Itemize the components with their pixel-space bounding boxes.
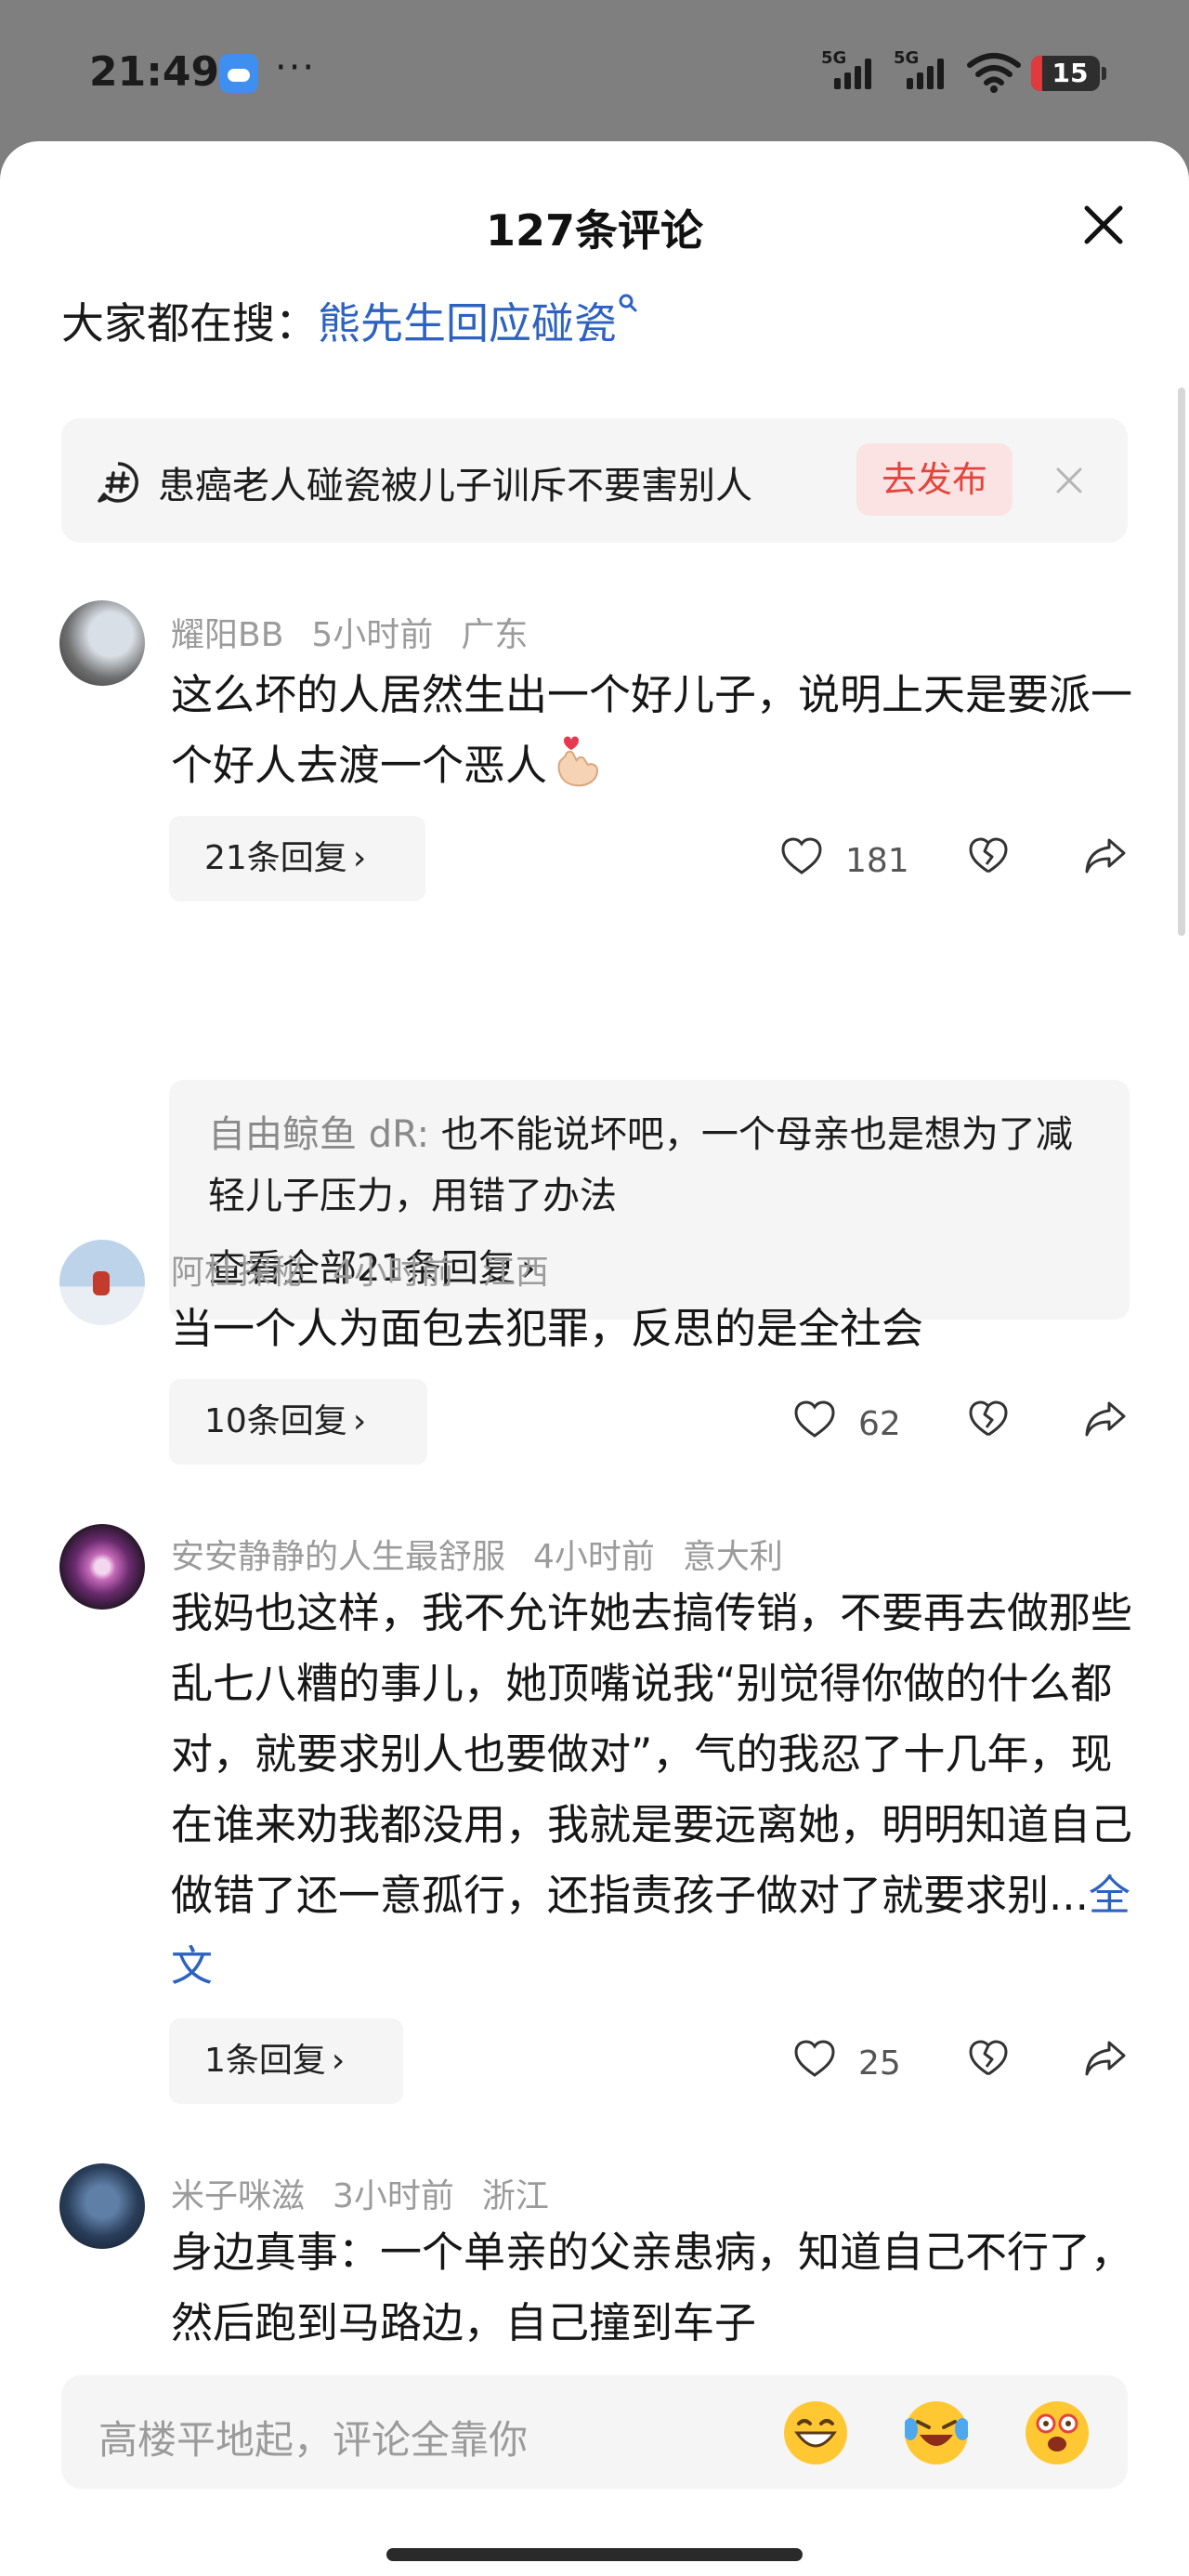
comment-input-placeholder: 高楼平地起，评论全靠你 — [98, 2417, 529, 2463]
wifi-icon — [967, 53, 1021, 93]
home-indicator[interactable] — [386, 2548, 803, 2561]
comment-location: 意大利 — [682, 1538, 783, 1576]
comment-time: 5小时前 — [311, 616, 434, 654]
comment-location: 江西 — [481, 1254, 549, 1292]
avatar[interactable] — [59, 1524, 145, 1610]
comment-username[interactable]: 米子咪滋 — [171, 2177, 305, 2215]
comment-input[interactable]: 高楼平地起，评论全靠你 — [61, 2375, 1128, 2489]
signal-icon: 5G — [894, 48, 947, 91]
topic-text: 患癌老人碰瓷被儿子训斥不要害别人 — [158, 465, 752, 507]
like-count: 62 — [858, 1405, 901, 1443]
chevron-right-icon: › — [352, 839, 367, 877]
comment-text-content: 这么坏的人居然生出一个好儿子，说明上天是要派一个好人去渡一个恶人 — [171, 670, 1133, 790]
dislike-icon[interactable] — [968, 2039, 1009, 2078]
comment-meta: 阿杜探秘 4小时前 江西 — [171, 1245, 549, 1294]
hot-search-row: 大家都在搜：熊先生回应碰瓷 — [61, 290, 639, 351]
publish-button[interactable]: 去发布 — [856, 443, 1013, 516]
comment-username[interactable]: 耀阳BB — [171, 616, 283, 654]
close-icon[interactable] — [1078, 199, 1130, 251]
avatar[interactable] — [59, 2163, 145, 2249]
battery-icon: 15 — [1031, 56, 1106, 91]
replies-count-label: 21条回复 — [204, 839, 347, 877]
like-icon[interactable] — [793, 2039, 836, 2078]
view-replies-button[interactable]: 1条回复 › — [169, 2018, 403, 2104]
view-replies-button[interactable]: 21条回复 › — [169, 816, 425, 901]
dislike-icon[interactable] — [968, 836, 1009, 875]
comments-count-title: 127条评论 — [485, 205, 704, 256]
weather-icon — [219, 54, 258, 93]
comment-meta: 米子咪滋 3小时前 浙江 — [171, 2169, 549, 2217]
comment-actions: 181 — [780, 835, 1133, 890]
dismiss-icon[interactable] — [1053, 465, 1085, 496]
comment-meta: 安安静静的人生最舒服 4小时前 意大利 — [171, 1530, 783, 1578]
view-replies-button[interactable]: 10条回复 › — [169, 1379, 427, 1465]
comment-text-content: 我妈也这样，我不允许她去搞传销，不要再去做那些乱七八糟的事儿，她顶嘴说我“别觉得… — [171, 1588, 1133, 1920]
reply-author[interactable]: 自由鲸鱼 dR: — [208, 1113, 429, 1156]
battery-level: 15 — [1052, 58, 1089, 88]
hot-search-link[interactable]: 熊先生回应碰瓷 — [318, 298, 617, 348]
comment-text: 这么坏的人居然生出一个好儿子，说明上天是要派一个好人去渡一个恶人 — [171, 660, 1137, 801]
avatar[interactable] — [59, 1240, 145, 1325]
grin-emoji[interactable] — [784, 2401, 847, 2464]
comments-sheet: 127条评论 大家都在搜：熊先生回应碰瓷 患癌老人碰瓷被儿子训斥不要害别人 去发… — [0, 141, 1189, 2576]
comment-location: 浙江 — [481, 2177, 549, 2215]
starstruck-emoji[interactable] — [1026, 2401, 1089, 2464]
like-icon[interactable] — [793, 1400, 836, 1439]
chevron-right-icon: › — [331, 2042, 346, 2080]
status-time: 21:49 — [89, 48, 220, 96]
search-icon — [619, 294, 637, 312]
like-count: 25 — [858, 2044, 901, 2083]
reply-preview-text: 自由鲸鱼 dR: 也不能说坏吧，一个母亲也是想为了减轻儿子压力，用错了办法 — [208, 1104, 1100, 1227]
share-icon[interactable] — [1083, 2037, 1128, 2078]
topic-card[interactable]: 患癌老人碰瓷被儿子训斥不要害别人 去发布 — [61, 418, 1128, 543]
comment-text: 身边真事：一个单亲的父亲患病，知道自己不行了，然后跑到马路边，自己撞到车子 — [171, 2228, 1133, 2347]
like-count: 181 — [845, 842, 909, 880]
comment-username[interactable]: 安安静静的人生最舒服 — [171, 1538, 505, 1576]
comment-time: 4小时前 — [333, 1254, 454, 1292]
comment-actions: 25 — [780, 2037, 1133, 2093]
like-icon[interactable] — [780, 836, 823, 875]
more-notifications-icon: ··· — [275, 46, 317, 89]
comment-time: 4小时前 — [533, 1538, 655, 1576]
laugh-cry-emoji[interactable] — [903, 2401, 970, 2464]
replies-count-label: 10条回复 — [204, 1402, 347, 1440]
comment-meta: 耀阳BB 5小时前 广东 — [171, 608, 528, 656]
comment-text: 当一个人为面包去犯罪，反思的是全社会 — [171, 1304, 924, 1353]
signal-icon: 5G — [821, 48, 875, 91]
comment-actions: 62 — [780, 1398, 1133, 1453]
comment-username[interactable]: 阿杜探秘 — [171, 1254, 305, 1292]
chevron-right-icon: › — [352, 1402, 367, 1440]
comment-time: 3小时前 — [333, 2177, 454, 2215]
dislike-icon[interactable] — [968, 1400, 1009, 1439]
replies-count-label: 1条回复 — [204, 2042, 326, 2080]
avatar[interactable] — [59, 600, 145, 686]
comment-location: 广东 — [461, 616, 529, 654]
hot-search-label: 大家都在搜： — [61, 298, 318, 348]
comment-text: 我妈也这样，我不允许她去搞传销，不要再去做那些乱七八糟的事儿，她顶嘴说我“别觉得… — [171, 1578, 1137, 2002]
status-bar: 21:49 ··· 5G 5G 15 — [0, 0, 1189, 144]
share-icon[interactable] — [1083, 835, 1128, 875]
topic-hash-icon — [98, 462, 138, 503]
finger-heart-emoji — [557, 736, 599, 787]
share-icon[interactable] — [1083, 1398, 1128, 1439]
scrollbar[interactable] — [1178, 388, 1185, 936]
